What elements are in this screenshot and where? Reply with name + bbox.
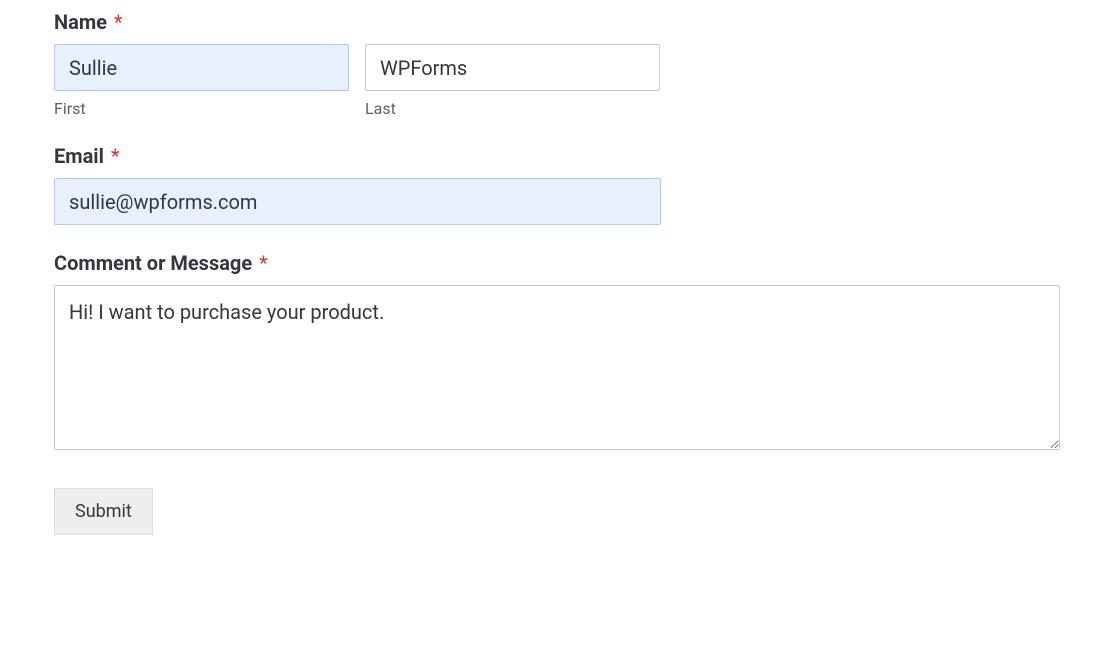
name-label-text: Name bbox=[54, 10, 107, 34]
contact-form: Name * First Last Email * Comment or Mes… bbox=[54, 10, 1062, 535]
email-label-text: Email bbox=[54, 144, 104, 168]
last-name-input[interactable] bbox=[365, 44, 660, 91]
required-marker: * bbox=[114, 10, 123, 34]
email-input[interactable] bbox=[54, 178, 661, 225]
first-name-col: First bbox=[54, 44, 349, 118]
name-label: Name * bbox=[54, 10, 1062, 34]
required-marker: * bbox=[111, 144, 120, 168]
name-field-group: Name * First Last bbox=[54, 10, 1062, 118]
comment-label: Comment or Message * bbox=[54, 251, 1062, 275]
first-name-input[interactable] bbox=[54, 44, 349, 91]
last-name-col: Last bbox=[365, 44, 660, 118]
last-name-sublabel: Last bbox=[365, 99, 660, 118]
comment-field-group: Comment or Message * bbox=[54, 251, 1062, 454]
first-name-sublabel: First bbox=[54, 99, 349, 118]
required-marker: * bbox=[259, 251, 268, 275]
comment-textarea[interactable] bbox=[54, 285, 1060, 450]
email-field-group: Email * bbox=[54, 144, 1062, 225]
email-label: Email * bbox=[54, 144, 1062, 168]
submit-button[interactable]: Submit bbox=[54, 488, 153, 535]
name-row: First Last bbox=[54, 44, 1062, 118]
comment-label-text: Comment or Message bbox=[54, 251, 252, 275]
